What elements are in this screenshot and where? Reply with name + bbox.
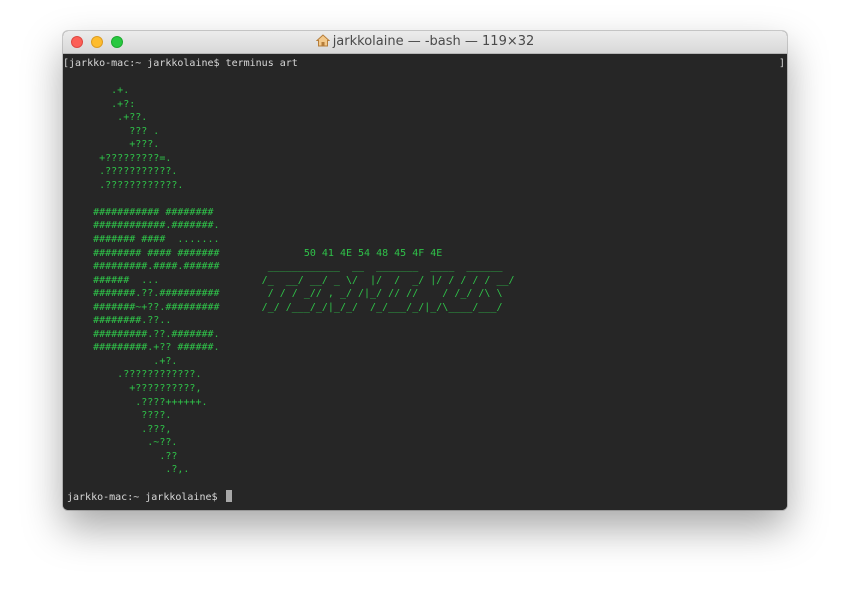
window-title-text: jarkkolaine — -bash — 119×32 bbox=[332, 34, 535, 49]
terminal-window: jarkkolaine — -bash — 119×32 [jarkko-mac… bbox=[63, 31, 787, 510]
window-title: jarkkolaine — -bash — 119×32 bbox=[63, 31, 787, 53]
terminal-content[interactable]: [jarkko-mac:~ jarkkolaine$ terminus art … bbox=[63, 54, 787, 510]
shell-prompt[interactable]: jarkko-mac:~ jarkkolaine$ bbox=[67, 490, 232, 505]
home-icon bbox=[315, 33, 330, 55]
right-bracket: ] bbox=[778, 58, 785, 69]
title-bar: jarkkolaine — -bash — 119×32 bbox=[63, 31, 787, 54]
command-line: [jarkko-mac:~ jarkkolaine$ terminus art bbox=[63, 58, 298, 69]
text-cursor bbox=[225, 490, 232, 502]
prompt-text: jarkko-mac:~ jarkkolaine$ bbox=[67, 492, 224, 503]
ascii-art-output: .+. .+?: .+??. ??? . +???. +?????????=. … bbox=[93, 85, 515, 476]
